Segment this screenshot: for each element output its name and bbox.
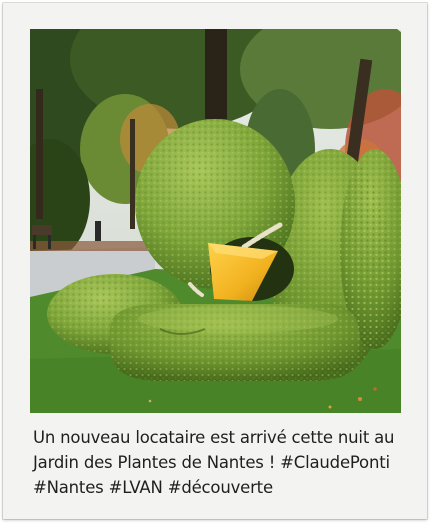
polaroid-frame: Un nouveau locataire est arrivé cette nu… (3, 3, 427, 519)
garden-photo-illustration (30, 29, 401, 413)
caption-line-1: Un nouveau locataire est arrivé cette nu… (33, 428, 395, 447)
caption-text: Un nouveau locataire est arrivé cette nu… (33, 425, 408, 500)
bin (95, 221, 101, 241)
caption-line-3: #Nantes #LVAN #découverte (33, 478, 273, 497)
caption-line-2: Jardin des Plantes de Nantes ! #ClaudePo… (33, 453, 390, 472)
photo[interactable] (30, 29, 401, 413)
